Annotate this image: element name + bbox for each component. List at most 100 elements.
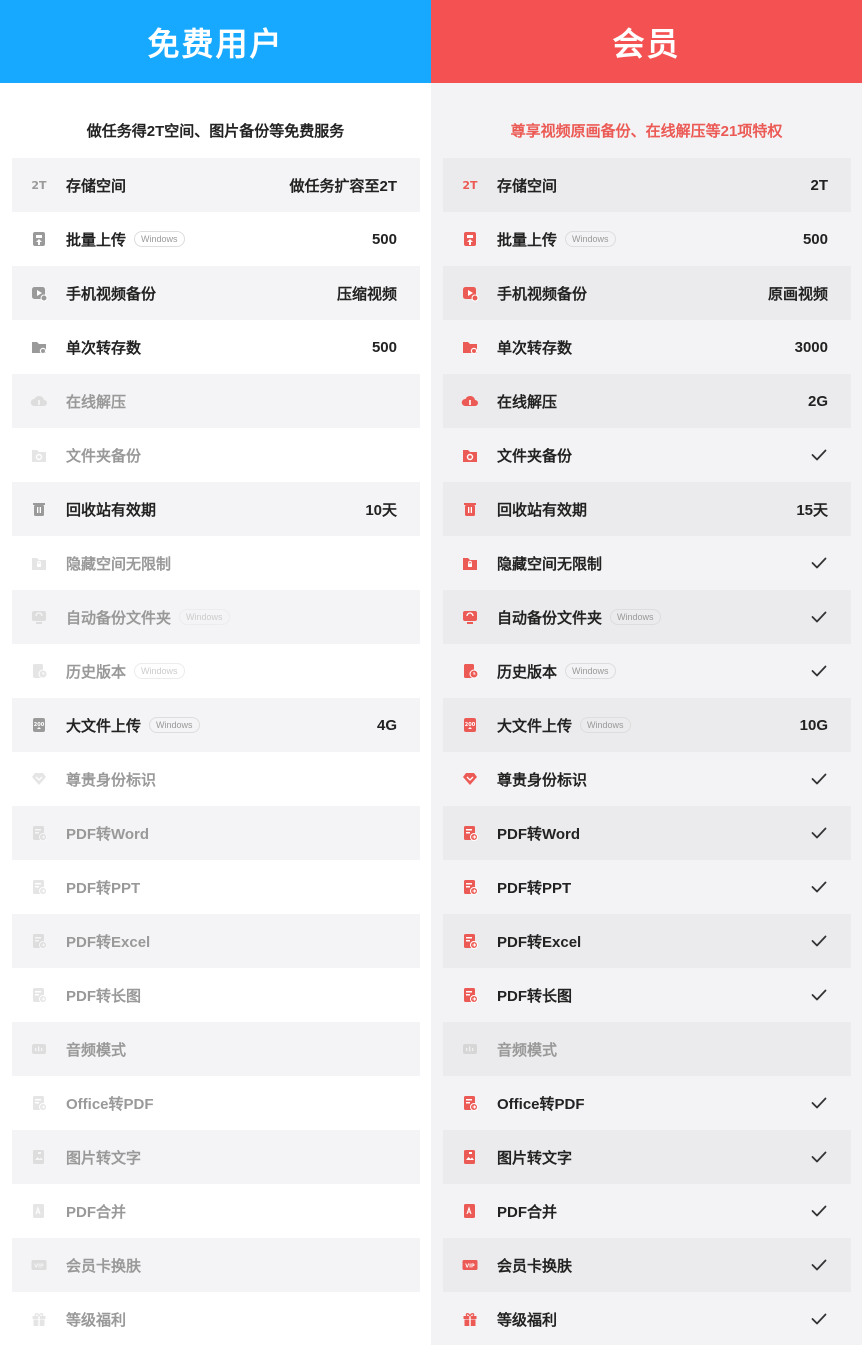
- feature-value: 2G: [807, 392, 828, 410]
- pdf-ppt-icon: [461, 878, 479, 896]
- trash-icon: [30, 500, 48, 518]
- pdf-longimage-icon: [30, 986, 48, 1004]
- pdf-merge-icon: [30, 1202, 48, 1220]
- platform-tag: Windows: [565, 663, 616, 679]
- history-version-icon: [30, 662, 48, 680]
- feature-label: 历史版本: [66, 663, 127, 681]
- feature-row: PDF转PPT: [443, 860, 851, 914]
- feature-row: 历史版本 Windows: [443, 644, 851, 698]
- feature-row: 单次转存数 3000: [443, 320, 851, 374]
- folder-transfer-icon: [30, 338, 48, 356]
- cloud-unzip-icon: [461, 392, 479, 410]
- pdf-word-icon: [30, 824, 48, 842]
- check-icon: [810, 448, 828, 462]
- vip-card-skin-icon: VIP: [461, 1256, 479, 1274]
- storage-2t-icon: 2T: [30, 176, 48, 194]
- pdf-word-icon: [461, 824, 479, 842]
- feature-label: 大文件上传: [66, 717, 142, 735]
- feature-row: 回收站有效期 15天: [443, 482, 851, 536]
- free-user-header: 免费用户: [0, 0, 431, 83]
- image-text-icon: [30, 1148, 48, 1166]
- feature-row: 200 大文件上传 Windows 4G: [12, 698, 420, 752]
- feature-row: 隐藏空间无限制: [443, 536, 851, 590]
- platform-tag: Windows: [565, 231, 616, 247]
- platform-tag: Windows: [580, 717, 631, 733]
- feature-row: 尊贵身份标识: [12, 752, 420, 806]
- feature-value: 15天: [796, 501, 828, 519]
- feature-row: VIP 会员卡换肤: [443, 1238, 851, 1292]
- large-file-icon: 200: [30, 716, 48, 734]
- feature-row: Office转PDF: [443, 1076, 851, 1130]
- feature-label: PDF转Word: [497, 825, 581, 843]
- feature-label: 回收站有效期: [66, 501, 157, 519]
- feature-label: PDF合并: [497, 1203, 558, 1221]
- feature-row: 音频模式: [443, 1022, 851, 1076]
- check-icon: [810, 1312, 828, 1326]
- video-backup-icon: [30, 284, 48, 302]
- svg-text:200: 200: [34, 722, 45, 728]
- feature-label: 在线解压: [66, 393, 127, 411]
- folder-backup-icon: [30, 446, 48, 464]
- office-pdf-icon: [30, 1094, 48, 1112]
- svg-text:2T: 2T: [462, 179, 478, 192]
- feature-value: 500: [371, 338, 397, 356]
- feature-value: 3000: [794, 338, 828, 356]
- feature-label: 等级福利: [497, 1311, 558, 1329]
- feature-label: 存储空间: [66, 177, 127, 195]
- platform-tag: Windows: [134, 663, 185, 679]
- feature-value: 10天: [365, 501, 397, 519]
- history-version-icon: [461, 662, 479, 680]
- batch-upload-icon: [461, 230, 479, 248]
- hidden-space-icon: [461, 554, 479, 572]
- folder-backup-icon: [461, 446, 479, 464]
- check-icon: [810, 826, 828, 840]
- feature-label: PDF转PPT: [66, 879, 141, 897]
- cloud-unzip-icon: [30, 392, 48, 410]
- platform-tag: Windows: [610, 609, 661, 625]
- feature-label: 单次转存数: [66, 339, 142, 357]
- image-text-icon: [461, 1148, 479, 1166]
- feature-label: 在线解压: [497, 393, 558, 411]
- feature-label: Office转PDF: [497, 1095, 585, 1113]
- auto-backup-icon: [30, 608, 48, 626]
- feature-label: 会员卡换肤: [497, 1257, 573, 1275]
- check-icon: [810, 1150, 828, 1164]
- feature-row: 批量上传 Windows 500: [12, 212, 420, 266]
- vip-title: 会员: [612, 25, 681, 62]
- pdf-excel-icon: [461, 932, 479, 950]
- pdf-excel-icon: [30, 932, 48, 950]
- feature-row: 文件夹备份: [443, 428, 851, 482]
- feature-value: 500: [371, 230, 397, 248]
- feature-value: 4G: [376, 716, 397, 734]
- feature-row: 批量上传 Windows 500: [443, 212, 851, 266]
- hidden-space-icon: [30, 554, 48, 572]
- feature-row: Office转PDF: [12, 1076, 420, 1130]
- feature-row: 单次转存数 500: [12, 320, 420, 374]
- feature-value: 原画视频: [767, 285, 828, 303]
- feature-label: 手机视频备份: [497, 285, 588, 303]
- feature-label: PDF转Excel: [66, 933, 151, 951]
- feature-row: 文件夹备份: [12, 428, 420, 482]
- check-icon: [810, 880, 828, 894]
- check-icon: [810, 556, 828, 570]
- feature-row: 音频模式: [12, 1022, 420, 1076]
- feature-label: 批量上传: [66, 231, 127, 249]
- feature-row: PDF转Word: [12, 806, 420, 860]
- feature-label: 单次转存数: [497, 339, 573, 357]
- feature-row: 自动备份文件夹 Windows: [12, 590, 420, 644]
- office-pdf-icon: [461, 1094, 479, 1112]
- feature-label: 尊贵身份标识: [66, 771, 157, 789]
- feature-label: 大文件上传: [497, 717, 573, 735]
- platform-tag: Windows: [179, 609, 230, 625]
- feature-row: PDF合并: [12, 1184, 420, 1238]
- free-user-subtitle: 做任务得2T空间、图片备份等免费服务: [86, 123, 345, 140]
- feature-row: 等级福利: [443, 1292, 851, 1346]
- feature-row: 2T 存储空间 做任务扩容至2T: [12, 158, 420, 212]
- feature-row: PDF转PPT: [12, 860, 420, 914]
- feature-label: 图片转文字: [66, 1149, 142, 1167]
- feature-label: 会员卡换肤: [66, 1257, 142, 1275]
- feature-value: 2T: [810, 176, 828, 194]
- platform-tag: Windows: [149, 717, 200, 733]
- feature-row: 图片转文字: [443, 1130, 851, 1184]
- feature-label: 尊贵身份标识: [497, 771, 588, 789]
